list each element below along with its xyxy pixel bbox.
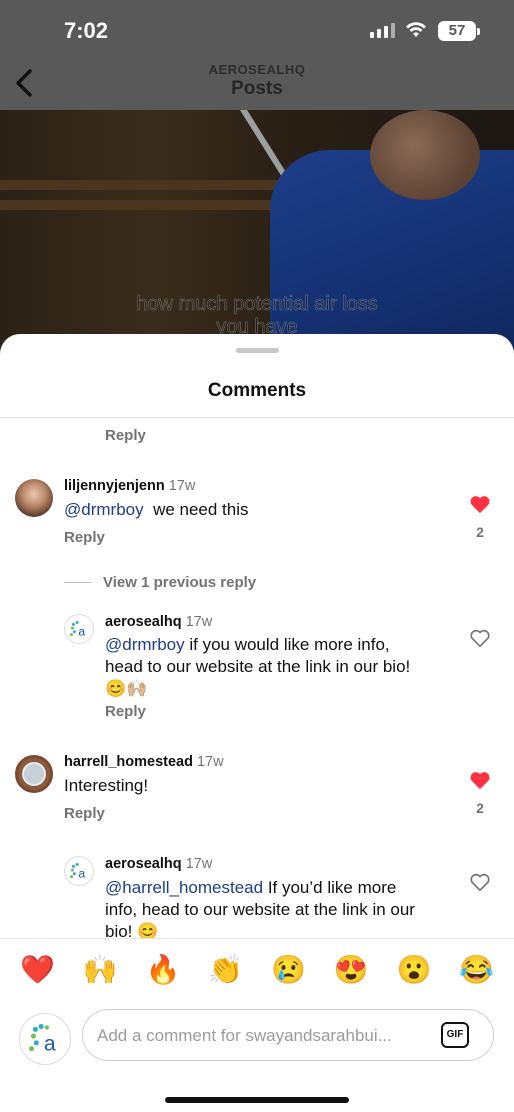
comment-input[interactable] (97, 1022, 427, 1050)
heart-filled-icon[interactable] (469, 770, 491, 790)
username[interactable]: aerosealhq (105, 856, 182, 872)
account-name[interactable]: AEROSEALHQ (0, 62, 514, 77)
post-video[interactable]: how much potential air loss you have (0, 110, 514, 350)
home-indicator[interactable] (165, 1097, 349, 1103)
instagram-comments-screen: how much potential air loss you have 7:0… (0, 0, 514, 1112)
status-bar: 7:02 57 (0, 0, 514, 60)
aeroseal-logo-avatar[interactable]: a (64, 614, 94, 644)
reply-button[interactable]: Reply (105, 427, 146, 444)
emoji-surprised[interactable]: 😮 (394, 953, 434, 986)
username[interactable]: aerosealhq (105, 614, 182, 630)
comment-age: 17w (196, 754, 224, 770)
comment-body-line3: 😊🙌🏼 (105, 679, 148, 698)
svg-text:a: a (44, 1033, 56, 1056)
quick-reactions-bar: ❤️ 🙌 🔥 👏 😢 😍 😮 😂 (0, 953, 514, 986)
page-title: Posts (231, 78, 283, 99)
emoji-crying[interactable]: 😢 (268, 953, 308, 986)
shelf (0, 200, 280, 210)
username[interactable]: harrell_homestead (64, 754, 193, 770)
emoji-laughing[interactable]: 😂 (457, 953, 497, 986)
like-count: 2 (476, 524, 484, 540)
svg-text:a: a (78, 625, 85, 639)
comment-text: @harrell_homestead If you’d like more in… (105, 877, 455, 943)
comment-age: 17w (185, 856, 213, 872)
status-time: 7:02 (64, 18, 109, 43)
emoji-raising-hands[interactable]: 🙌 (80, 953, 120, 986)
shelf (0, 180, 280, 190)
sheet-grabber[interactable] (236, 348, 279, 353)
username[interactable]: liljennyjenjenn (64, 478, 165, 494)
comment-username[interactable]: aerosealhq 17w (105, 856, 212, 872)
svg-text:a: a (78, 867, 85, 881)
emoji-heart-eyes[interactable]: 😍 (331, 953, 371, 986)
comment-username[interactable]: liljennyjenjenn 17w (64, 478, 195, 494)
thread-line (64, 582, 91, 583)
comment-body: we need this (153, 500, 249, 519)
sheet-title: Comments (207, 380, 307, 401)
comment-age: 17w (168, 478, 196, 494)
emoji-clapping[interactable]: 👏 (206, 953, 246, 986)
heart-outline-icon[interactable] (469, 628, 491, 648)
view-previous-label[interactable]: View 1 previous reply (103, 574, 256, 591)
comment-username[interactable]: harrell_homestead 17w (64, 754, 224, 770)
video-caption-line1: how much potential air loss (136, 293, 378, 316)
avatar[interactable] (15, 755, 53, 793)
comment-body-line2: info, head to our website at the link in… (105, 900, 415, 919)
heart-outline-icon[interactable] (469, 872, 491, 892)
avatar[interactable] (15, 479, 53, 517)
reply-button[interactable]: Reply (64, 529, 105, 546)
mention-link[interactable]: @harrell_homestead (105, 878, 263, 897)
reply-button[interactable]: Reply (64, 805, 105, 822)
comment-age: 17w (185, 614, 213, 630)
mention-link[interactable]: @drmrboy (105, 635, 185, 654)
wifi-icon (406, 22, 426, 37)
comments-sheet: Comments Reply liljennyjenjenn 17w @drmrb… (0, 334, 514, 1112)
divider (0, 417, 514, 418)
heart-filled-icon[interactable] (469, 494, 491, 514)
battery-icon: 57 (438, 21, 480, 41)
cellular-signal-icon (370, 22, 395, 38)
comment-username[interactable]: aerosealhq 17w (105, 614, 212, 630)
aeroseal-logo-avatar[interactable]: a (64, 856, 94, 886)
person-head (370, 110, 480, 200)
mention-link[interactable]: @drmrboy (64, 500, 144, 519)
like-count: 2 (476, 800, 484, 816)
comment-body-line2: head to our website at the link in our b… (105, 657, 411, 676)
comment-text: @drmrboy if you would like more info, he… (105, 634, 455, 700)
comment-input-container[interactable]: GIF (82, 1009, 494, 1061)
view-previous-replies[interactable]: View 1 previous reply (64, 574, 256, 591)
gif-button[interactable]: GIF (441, 1022, 469, 1048)
comment-composer-area: ❤️ 🙌 🔥 👏 😢 😍 😮 😂 a GIF (0, 939, 514, 1112)
current-user-avatar: a (19, 1013, 71, 1065)
emoji-heart[interactable]: ❤️ (17, 953, 57, 986)
reply-button[interactable]: Reply (105, 703, 146, 720)
comment-body-line1: if you would like more info, (189, 635, 390, 654)
comment-body: Interesting! (64, 776, 149, 795)
emoji-fire[interactable]: 🔥 (143, 953, 183, 986)
comment-body-line1: If you’d like more (267, 878, 397, 897)
comment-text: @drmrboy we need this (64, 499, 249, 521)
